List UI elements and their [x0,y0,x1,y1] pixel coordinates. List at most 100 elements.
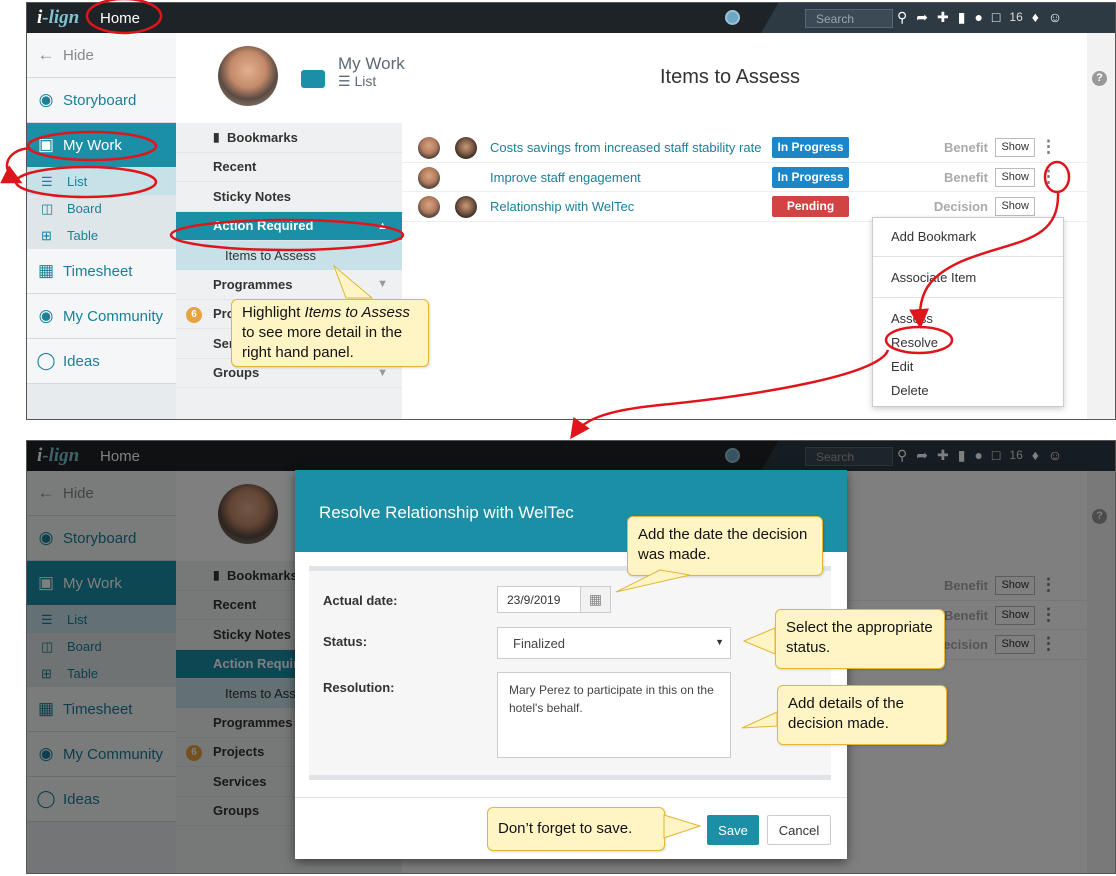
tip-callout-date: Add the date the decision was made. [627,516,823,576]
dialog-form: Actual date: 23/9/2019 ▦ Status: Finaliz… [309,566,831,780]
menu-item-resolve[interactable]: Resolve [891,335,938,350]
bookmark-icon: ▮ [213,130,220,145]
sidebar-item-my-community[interactable]: ◉My Community [27,294,176,339]
panel-sticky-notes[interactable]: Sticky Notes [176,182,402,212]
save-button[interactable]: Save [707,815,759,845]
search-input[interactable]: Search [805,9,893,28]
board-icon: ◫ [41,200,54,216]
sidebar-item-storyboard[interactable]: ◉Storyboard [27,78,176,123]
count-badge: 6 [186,306,202,323]
user-icon[interactable]: ☺ [1048,8,1062,26]
page-header: My Work ☰ List Items to Assess [176,33,1087,123]
document-icon[interactable]: □ [992,8,1000,26]
divider [873,297,1063,298]
item-type: Decision [933,199,988,214]
owner-avatar [418,166,440,189]
menu-item-add-bookmark[interactable]: Add Bookmark [891,229,976,244]
panel-programmes[interactable]: Programmes ▼ [176,270,402,300]
lightbulb-icon: ◯ [36,351,56,370]
owner-avatar [418,196,440,218]
navigation-panel: ▮Bookmarks Recent Sticky Notes Action Re… [176,123,402,419]
divider [873,256,1063,257]
sidebar-subitem-table[interactable]: ⊞Table [27,222,176,249]
caret-down-icon: ▼ [377,366,388,379]
view-label: ☰ List [338,73,377,89]
help-icon[interactable]: ? [1092,71,1107,86]
status-badge: In Progress [772,137,849,158]
status-label: Status: [323,634,368,649]
menu-item-associate-item[interactable]: Associate Item [891,270,976,285]
show-button[interactable]: Show [995,197,1035,216]
sidebar-item-my-work[interactable]: ▣My Work [27,123,176,168]
status-select[interactable]: Finalized ▼ [497,627,731,659]
owner-avatar [455,137,477,159]
avatar[interactable] [218,46,278,106]
sidebar-hide[interactable]: ←Hide [27,33,176,78]
calendar-icon[interactable]: ▦ [581,586,611,613]
bookmark-icon[interactable]: ▮ [958,8,966,26]
inbox-icon: ▣ [37,135,55,154]
caret-down-icon: ▼ [377,278,388,290]
sidebar-item-timesheet[interactable]: ▦Timesheet [27,249,176,294]
list-item[interactable]: Costs savings from increased staff stabi… [402,133,1087,163]
sidebar-subitem-board[interactable]: ◫Board [27,195,176,222]
sidebar-item-ideas[interactable]: ◯Ideas [27,339,176,384]
palette-icon: ◉ [38,90,54,109]
sidebar: ←Hide ◉Storyboard ▣My Work ☰List ◫Board … [27,33,176,419]
toolbar-icons: ⚲ ➦ ✚ ▮ ● □ 16 ♦ ☺ [897,8,1062,26]
resolution-label: Resolution: [323,680,395,695]
panel-recent[interactable]: Recent [176,153,402,182]
list-icon: ☰ [41,173,53,189]
tip-callout-highlight: Highlight Items to Assess to see more de… [231,299,429,367]
item-type: Benefit [943,140,988,155]
status-badge: Pending [772,196,849,217]
chevron-down-icon: ▼ [715,637,724,647]
more-options-icon[interactable]: ⋮ [1040,136,1057,158]
arrow-left-icon: ← [37,45,55,64]
comments-icon: ◉ [38,306,54,325]
tip-callout-save: Don’t forget to save. [487,807,665,851]
notification-count: 16 [1009,10,1023,24]
owner-avatar [455,196,477,218]
resolution-textarea[interactable]: Mary Perez to participate in this on the… [497,672,731,758]
app-logo[interactable]: i-lign [37,7,79,29]
menu-item-edit[interactable]: Edit [891,359,913,374]
chat-icon[interactable]: ● [974,8,982,26]
tip-callout-status: Select the appropriate status. [775,609,945,669]
table-icon: ⊞ [41,227,52,243]
show-button[interactable]: Show [995,138,1035,157]
plus-icon[interactable]: ✚ [937,8,949,26]
screenshot-list-view: i-lign Home Search ⚲ ➦ ✚ ▮ ● □ 16 ♦ ☺ ← H… [26,2,1116,420]
bell-icon[interactable]: ♦ [1032,8,1039,26]
item-title-link[interactable]: Costs savings from increased staff stabi… [490,140,761,155]
panel-items-to-assess[interactable]: Items to Assess [176,241,402,270]
calendar-icon: ▦ [37,261,55,280]
panel-action-required[interactable]: Action Required ▲ [176,211,402,241]
item-title-link[interactable]: Improve staff engagement [490,170,641,185]
page-title: Items to Assess [660,66,801,88]
menu-item-assess[interactable]: Assess [891,311,933,326]
right-strip: ? [1087,33,1115,419]
globe-icon[interactable] [725,10,740,25]
actual-date-input[interactable]: 23/9/2019 [497,586,581,613]
sidebar-subitem-list[interactable]: ☰List [27,168,176,195]
cancel-button[interactable]: Cancel [767,815,831,845]
menu-item-delete[interactable]: Delete [891,383,929,398]
item-list: Costs savings from increased staff stabi… [402,133,1087,222]
panel-bookmarks[interactable]: ▮Bookmarks [176,123,402,153]
screenshot-resolve-dialog: i-lign Home Search ⚲ ➦ ✚ ▮ ● □ 16 ♦ ☺ ←H… [26,440,1116,874]
share-icon[interactable]: ➦ [916,8,928,26]
more-options-icon[interactable]: ⋮ [1040,166,1057,188]
item-title-link[interactable]: Relationship with WelTec [490,199,634,214]
status-badge: In Progress [772,166,849,188]
search-icon[interactable]: ⚲ [897,8,907,26]
show-button[interactable]: Show [995,167,1035,187]
section-title: My Work [338,54,405,73]
list-item[interactable]: Improve staff engagement In Progress Ben… [402,163,1087,192]
actual-date-label: Actual date: [323,593,398,608]
owner-avatar [418,137,440,159]
home-link[interactable]: Home [100,10,140,27]
inbox-icon [301,70,325,88]
top-bar: i-lign Home Search ⚲ ➦ ✚ ▮ ● □ 16 ♦ ☺ [27,3,1115,33]
item-type: Benefit [943,169,988,185]
